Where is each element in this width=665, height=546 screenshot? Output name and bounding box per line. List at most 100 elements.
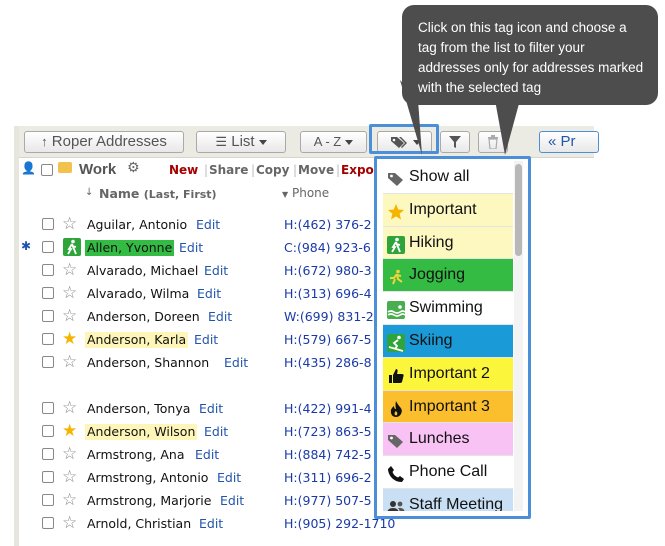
star-outline-icon[interactable]: ☆ <box>62 513 77 533</box>
move-action[interactable]: Move <box>298 163 334 177</box>
edit-link[interactable]: Edit <box>204 263 228 279</box>
row-checkbox[interactable] <box>42 333 54 345</box>
contact-name[interactable]: Arnold, Christian <box>85 516 193 532</box>
edit-link[interactable]: Edit <box>224 355 248 371</box>
tag-menu-item[interactable]: Swimming <box>383 292 513 325</box>
contact-phone[interactable]: H:(884) 742-5 <box>284 447 372 463</box>
row-checkbox[interactable] <box>42 448 54 460</box>
row-checkbox[interactable] <box>42 517 54 529</box>
folder-name[interactable]: Work <box>79 161 116 178</box>
name-column-header[interactable]: Name (Last, First) <box>99 186 217 201</box>
tag-menu-item[interactable]: Skiing <box>383 324 513 358</box>
star-outline-icon[interactable]: ☆ <box>62 490 77 510</box>
edit-link[interactable]: Edit <box>195 447 219 463</box>
star-outline-icon[interactable]: ☆ <box>62 260 77 280</box>
contact-name[interactable]: Anderson, Karla <box>85 332 189 348</box>
contact-name[interactable]: Anderson, Wilson <box>85 424 198 440</box>
contact-name[interactable]: Anderson, Tonya <box>85 401 192 417</box>
contact-name[interactable]: Armstrong, Ana <box>85 447 187 463</box>
contact-name[interactable]: Alvarado, Michael <box>85 263 200 279</box>
row-checkbox[interactable] <box>42 218 54 230</box>
contact-phone[interactable]: H:(435) 286-8 <box>284 355 372 371</box>
tag-menu-item[interactable]: Show all <box>383 161 513 194</box>
edit-link[interactable]: Edit <box>208 309 232 325</box>
row-checkbox[interactable] <box>42 310 54 322</box>
row-checkbox[interactable] <box>42 402 54 414</box>
contact-name[interactable]: Armstrong, Antonio <box>85 470 210 486</box>
star-outline-icon[interactable]: ☆ <box>62 467 77 487</box>
tag-menu-item-label: Phone Call <box>409 463 488 481</box>
contact-name[interactable]: Anderson, Shannon <box>85 355 211 371</box>
edit-link[interactable]: Edit <box>199 516 223 532</box>
row-checkbox[interactable] <box>42 494 54 506</box>
share-action[interactable]: Share <box>209 163 248 177</box>
tag-menu-item[interactable]: Important 2 <box>383 357 513 391</box>
contact-phone[interactable]: H:(672) 980-3 <box>284 263 372 279</box>
tag-menu-item[interactable]: Jogging <box>383 259 513 293</box>
copy-action[interactable]: Copy <box>256 163 289 177</box>
phone-column-header[interactable]: ▼ Phone <box>282 186 329 200</box>
tag-menu-scroll-thumb[interactable] <box>515 164 522 256</box>
double-left-arrow-icon: « <box>548 133 557 150</box>
star-outline-icon[interactable]: ☆ <box>62 398 77 418</box>
contact-phone[interactable]: C:(984) 923-6 <box>284 240 371 256</box>
edit-link[interactable]: Edit <box>197 286 221 302</box>
star-filled-icon[interactable]: ★ <box>62 421 77 441</box>
shared-user-icon: ✱ <box>21 239 32 253</box>
prev-button[interactable]: « Pr <box>539 131 599 153</box>
contact-phone[interactable]: H:(579) 667-5 <box>284 332 372 348</box>
row-checkbox[interactable] <box>42 264 54 276</box>
contact-name[interactable]: Anderson, Doreen <box>85 309 202 325</box>
star-outline-icon[interactable]: ☆ <box>62 306 77 326</box>
new-action[interactable]: New <box>169 163 198 177</box>
tag-menu-item-label: Lunches <box>409 430 470 448</box>
edit-link[interactable]: Edit <box>220 493 244 509</box>
contact-phone[interactable]: H:(311) 696-2 <box>284 470 372 486</box>
tag-menu-item[interactable]: Hiking <box>383 226 513 260</box>
contact-phone[interactable]: H:(462) 376-2 <box>284 217 372 233</box>
edit-link[interactable]: Edit <box>196 217 220 233</box>
row-checkbox[interactable] <box>42 356 54 368</box>
sort-button[interactable]: A - Z <box>300 131 367 153</box>
thumbs-up-icon <box>387 365 405 383</box>
jogging-icon <box>387 266 405 285</box>
star-outline-icon[interactable]: ☆ <box>62 283 77 303</box>
tooltip-text: Click on this tag icon and choose a tag … <box>418 20 644 95</box>
tag-menu-item[interactable]: Important <box>383 193 513 227</box>
tag-menu-item[interactable]: Phone Call <box>383 456 513 489</box>
tag-menu-item[interactable]: Staff Meeting <box>383 488 513 511</box>
star-outline-icon[interactable]: ☆ <box>62 352 77 372</box>
tag-menu-item[interactable]: Important 3 <box>383 390 513 424</box>
contact-phone[interactable]: H:(723) 863-5 <box>284 424 372 440</box>
gear-icon[interactable]: ⚙ <box>127 160 140 176</box>
tag-menu-item[interactable]: Lunches <box>383 423 513 457</box>
list-icon: ☰ <box>215 134 228 149</box>
star-filled-icon[interactable]: ★ <box>62 329 77 349</box>
contact-name[interactable]: Aguilar, Antonio <box>85 217 189 233</box>
star-outline-icon[interactable]: ☆ <box>62 444 77 464</box>
add-contact-icon[interactable]: 👤 <box>21 161 36 175</box>
list-view-button[interactable]: ☰ List <box>196 131 286 153</box>
contact-name[interactable]: Armstrong, Marjorie <box>85 493 213 509</box>
roper-addresses-button[interactable]: ↑ Roper Addresses <box>24 131 184 153</box>
star-outline-icon[interactable]: ☆ <box>62 214 77 234</box>
edit-link[interactable]: Edit <box>204 424 228 440</box>
list-view-label: List <box>231 133 255 150</box>
row-checkbox[interactable] <box>42 425 54 437</box>
contact-phone[interactable]: H:(422) 991-4 <box>284 401 372 417</box>
edit-link[interactable]: Edit <box>194 332 218 348</box>
row-checkbox[interactable] <box>42 471 54 483</box>
contact-name[interactable]: Alvarado, Wilma <box>85 286 191 302</box>
select-all-checkbox[interactable] <box>41 164 53 176</box>
edit-link[interactable]: Edit <box>217 470 241 486</box>
row-checkbox[interactable] <box>42 287 54 299</box>
edit-link[interactable]: Edit <box>199 401 223 417</box>
contact-name[interactable]: Allen, Yvonne <box>85 240 175 256</box>
name-header-label: Name <box>99 186 140 201</box>
row-checkbox[interactable] <box>42 241 54 253</box>
name-header-sub: (Last, First) <box>143 188 217 201</box>
contact-phone[interactable]: W:(699) 831-2 <box>284 309 374 325</box>
contact-phone[interactable]: H:(977) 507-5 <box>284 493 372 509</box>
edit-link[interactable]: Edit <box>179 240 203 256</box>
contact-phone[interactable]: H:(313) 696-4 <box>284 286 372 302</box>
